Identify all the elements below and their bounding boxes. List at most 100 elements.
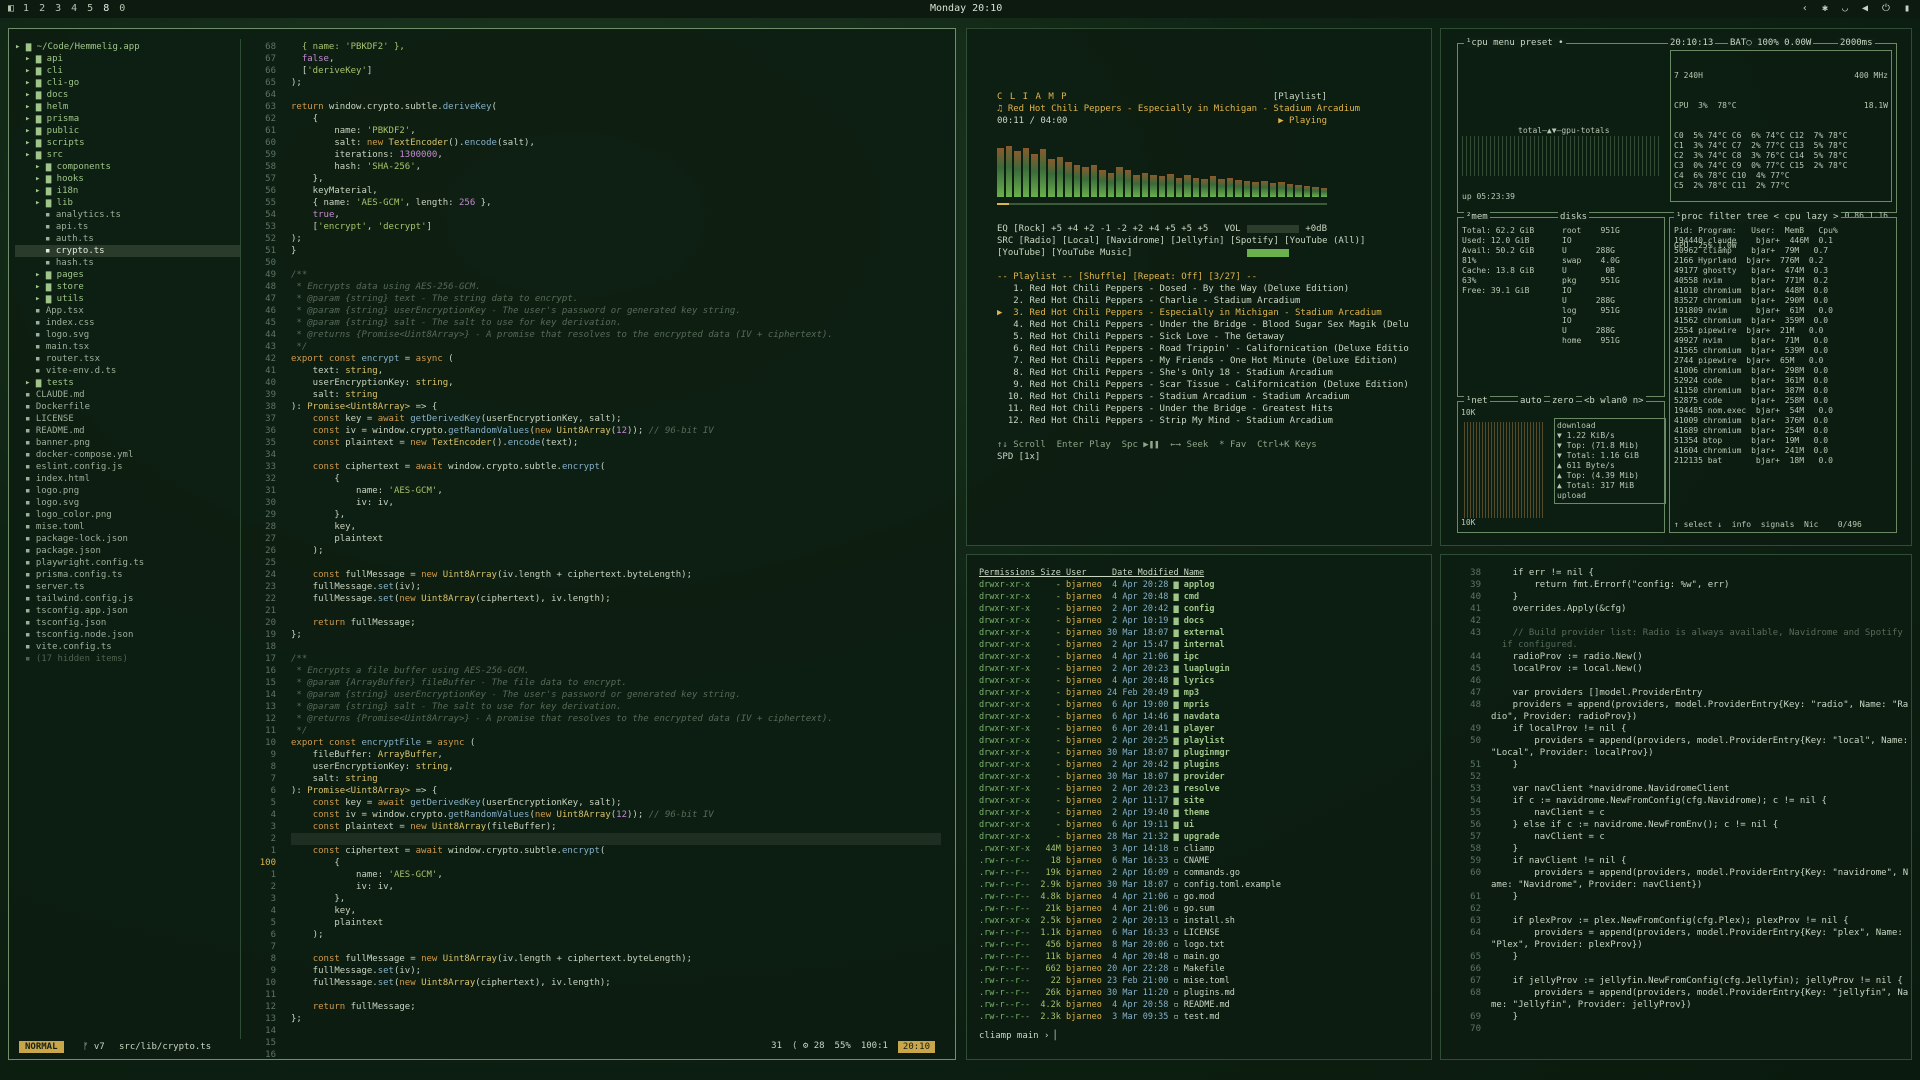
process-row[interactable]: 41565 chromium bjar+ 539M 0.0 (1674, 346, 1894, 356)
ls-row[interactable]: drwxr-xr-x - bjarneo 6 Apr 19:00 ▆ mpris (979, 699, 1281, 711)
ls-row[interactable]: drwxr-xr-x - bjarneo 2 Apr 20:23 ▆ resol… (979, 783, 1281, 795)
go-code[interactable]: 38 if err != nil {39 return fmt.Errorf("… (1455, 567, 1908, 1035)
tree-item[interactable]: ▪ logo.svg (15, 497, 240, 509)
playlist-track[interactable]: 1. Red Hot Chili Peppers - Dosed - By th… (997, 283, 1349, 295)
tree-item[interactable]: ▸ ▆ ~/Code/Hemmelig.app (15, 41, 240, 53)
ls-row[interactable]: drwxr-xr-x - bjarneo 30 Mar 18:07 ▆ prov… (979, 771, 1281, 783)
tree-item[interactable]: ▸ ▆ pages (15, 269, 240, 281)
tree-item[interactable]: ▪ Dockerfile (15, 401, 240, 413)
ls-row[interactable]: .rw-r--r-- 2.9k bjarneo 30 Mar 18:07 ▫ c… (979, 879, 1281, 891)
tree-item[interactable]: ▪ prisma.config.ts (15, 569, 240, 581)
tree-item[interactable]: ▸ ▆ docs (15, 89, 240, 101)
tree-item[interactable]: ▪ tsconfig.node.json (15, 629, 240, 641)
ls-row[interactable]: drwxr-xr-x - bjarneo 2 Apr 11:17 ▆ site (979, 795, 1281, 807)
playlist-track[interactable]: 6. Red Hot Chili Peppers - Road Trippin'… (997, 343, 1409, 355)
volume-icon[interactable]: ◀ (1862, 3, 1868, 14)
ls-row[interactable]: drwxr-xr-x - bjarneo 2 Apr 10:19 ▆ docs (979, 615, 1281, 627)
process-row[interactable]: 2744 pipewire bjar+ 65M 0.0 (1674, 356, 1894, 366)
tree-item[interactable]: ▪ eslint.config.js (15, 461, 240, 473)
tree-item[interactable]: ▪ auth.ts (15, 233, 240, 245)
playlist-track[interactable]: 4. Red Hot Chili Peppers - Under the Bri… (997, 319, 1409, 331)
eq-preset[interactable]: EQ [Rock] +5 +4 +2 -1 -2 +2 +4 +5 +5 +5 (997, 223, 1208, 235)
ls-row[interactable]: .rwxr-xr-x 2.5k bjarneo 2 Apr 20:13 ▫ in… (979, 915, 1281, 927)
ls-row[interactable]: drwxr-xr-x - bjarneo 24 Feb 20:49 ▆ mp3 (979, 687, 1281, 699)
go-editor-pane[interactable]: 38 if err != nil {39 return fmt.Errorf("… (1440, 554, 1912, 1060)
source-selector[interactable]: SRC [Radio] [Local] [Navidrome] [Jellyfi… (997, 235, 1365, 247)
ls-row[interactable]: .rw-r--r-- 22 bjarneo 23 Feb 21:00 ▫ mis… (979, 975, 1281, 987)
workspace-2[interactable]: 2 (39, 3, 45, 14)
ls-row[interactable]: drwxr-xr-x - bjarneo 2 Apr 20:23 ▆ luapl… (979, 663, 1281, 675)
ls-row[interactable]: drwxr-xr-x - bjarneo 6 Apr 14:46 ▆ navda… (979, 711, 1281, 723)
bluetooth-icon[interactable]: ✱ (1822, 3, 1828, 14)
tree-item[interactable]: ▸ ▆ store (15, 281, 240, 293)
playlist-track[interactable]: 2. Red Hot Chili Peppers - Charlie - Sta… (997, 295, 1327, 307)
tree-item[interactable]: ▸ ▆ components (15, 161, 240, 173)
process-row[interactable]: 191809 nvim bjar+ 61M 0.0 (1674, 306, 1894, 316)
tree-item[interactable]: ▸ ▆ public (15, 125, 240, 137)
process-row[interactable]: 52875 code bjar+ 258M 0.0 (1674, 396, 1894, 406)
ls-row[interactable]: drwxr-xr-x - bjarneo 6 Apr 20:41 ▆ playe… (979, 723, 1281, 735)
tree-item[interactable]: ▸ ▆ utils (15, 293, 240, 305)
process-row[interactable]: 83527 chromium bjar+ 290M 0.0 (1674, 296, 1894, 306)
process-row[interactable]: 50962 cliamp bjar+ 79M 0.7 (1674, 246, 1894, 256)
ls-row[interactable]: .rwxr-xr-x 44M bjarneo 3 Apr 14:18 ▫ cli… (979, 843, 1281, 855)
play-state[interactable]: ▶ Playing (1278, 115, 1327, 127)
tree-item[interactable]: ▪ hash.ts (15, 257, 240, 269)
workspace-0[interactable]: 0 (119, 3, 125, 14)
process-row[interactable]: 49927 nvim bjar+ 71M 0.0 (1674, 336, 1894, 346)
ls-row[interactable]: drwxr-xr-x - bjarneo 4 Apr 20:28 ▆ applo… (979, 579, 1281, 591)
wifi-icon[interactable]: ◡ (1842, 3, 1848, 14)
playlist-tag[interactable]: [Playlist] (1273, 91, 1327, 103)
tree-item[interactable]: ▪ mise.toml (15, 521, 240, 533)
tree-item[interactable]: ▸ ▆ api (15, 53, 240, 65)
tree-item[interactable]: ▸ ▆ cli (15, 65, 240, 77)
playlist-track[interactable]: ▶ 3. Red Hot Chili Peppers - Especially … (997, 307, 1382, 319)
tree-item[interactable]: ▪ server.ts (15, 581, 240, 593)
tree-item[interactable]: ▪ vite-env.d.ts (15, 365, 240, 377)
process-row[interactable]: 41009 chromium bjar+ 376M 0.0 (1674, 416, 1894, 426)
tree-item[interactable]: ▪ CLAUDE.md (15, 389, 240, 401)
process-row[interactable]: 41604 chromium bjar+ 241M 0.0 (1674, 446, 1894, 456)
tree-item[interactable]: ▸ ▆ scripts (15, 137, 240, 149)
ls-row[interactable]: .rw-r--r-- 2.3k bjarneo 3 Mar 09:35 ▫ te… (979, 1011, 1281, 1023)
workspace-list[interactable]: 1234580 (23, 3, 125, 14)
process-row[interactable]: 51354 btop bjar+ 19M 0.0 (1674, 436, 1894, 446)
file-listing[interactable]: Permissions Size User Date Modified Name… (979, 567, 1281, 1023)
process-row[interactable]: 41150 chromium bjar+ 387M 0.0 (1674, 386, 1894, 396)
tree-item[interactable]: ▸ ▆ src (15, 149, 240, 161)
process-row[interactable]: 52924 code bjar+ 361M 0.0 (1674, 376, 1894, 386)
process-row[interactable]: 194485 nom.exec bjar+ 54M 0.0 (1674, 406, 1894, 416)
tree-item[interactable]: ▪ logo.png (15, 485, 240, 497)
ls-row[interactable]: .rw-r--r-- 4.2k bjarneo 4 Apr 20:58 ▫ RE… (979, 999, 1281, 1011)
power-icon[interactable]: ⏻ (1882, 3, 1890, 14)
ls-row[interactable]: drwxr-xr-x - bjarneo 2 Apr 20:42 ▆ confi… (979, 603, 1281, 615)
tree-item[interactable]: ▪ LICENSE (15, 413, 240, 425)
battery-icon[interactable]: ▮ (1904, 3, 1910, 14)
tree-item[interactable]: ▸ ▆ tests (15, 377, 240, 389)
tree-item[interactable]: ▸ ▆ cli-go (15, 77, 240, 89)
tree-item[interactable]: ▪ tsconfig.json (15, 617, 240, 629)
tree-item[interactable]: ▪ analytics.ts (15, 209, 240, 221)
playlist-track[interactable]: 9. Red Hot Chili Peppers - Scar Tissue -… (997, 379, 1409, 391)
playlist-track[interactable]: 8. Red Hot Chili Peppers - She's Only 18… (997, 367, 1333, 379)
tree-item[interactable]: ▪ logo.svg (15, 329, 240, 341)
playlist-track[interactable]: 10. Red Hot Chili Peppers - Stadium Arca… (997, 391, 1349, 403)
tree-item[interactable]: ▪ (17 hidden items) (15, 653, 240, 665)
tree-item[interactable]: ▸ ▆ helm (15, 101, 240, 113)
chevron-left-icon[interactable]: ‹ (1802, 3, 1808, 14)
tree-item[interactable]: ▪ index.css (15, 317, 240, 329)
ls-row[interactable]: .rw-r--r-- 26k bjarneo 30 Mar 11:20 ▫ pl… (979, 987, 1281, 999)
ls-row[interactable]: drwxr-xr-x - bjarneo 2 Apr 20:25 ▆ playl… (979, 735, 1281, 747)
tree-item[interactable]: ▸ ▆ lib (15, 197, 240, 209)
tree-item[interactable]: ▪ docker-compose.yml (15, 449, 240, 461)
workspace-5[interactable]: 5 (87, 3, 93, 14)
process-row[interactable]: 2554 pipewire bjar+ 21M 0.0 (1674, 326, 1894, 336)
playlist-track[interactable]: 5. Red Hot Chili Peppers - Sick Love - T… (997, 331, 1327, 343)
playlist-track[interactable]: 7. Red Hot Chili Peppers - My Friends - … (997, 355, 1398, 367)
ls-row[interactable]: drwxr-xr-x - bjarneo 2 Apr 20:42 ▆ plugi… (979, 759, 1281, 771)
btop-pane[interactable]: ¹cpu menu preset • 20:10:13 BAT○ 100% 0.… (1440, 28, 1912, 546)
tree-item[interactable]: ▪ banner.png (15, 437, 240, 449)
proc-box[interactable]: ¹proc filter tree < cpu lazy > Pid: Prog… (1669, 212, 1897, 533)
workspace-4[interactable]: 4 (71, 3, 77, 14)
tree-item[interactable]: ▸ ▆ hooks (15, 173, 240, 185)
